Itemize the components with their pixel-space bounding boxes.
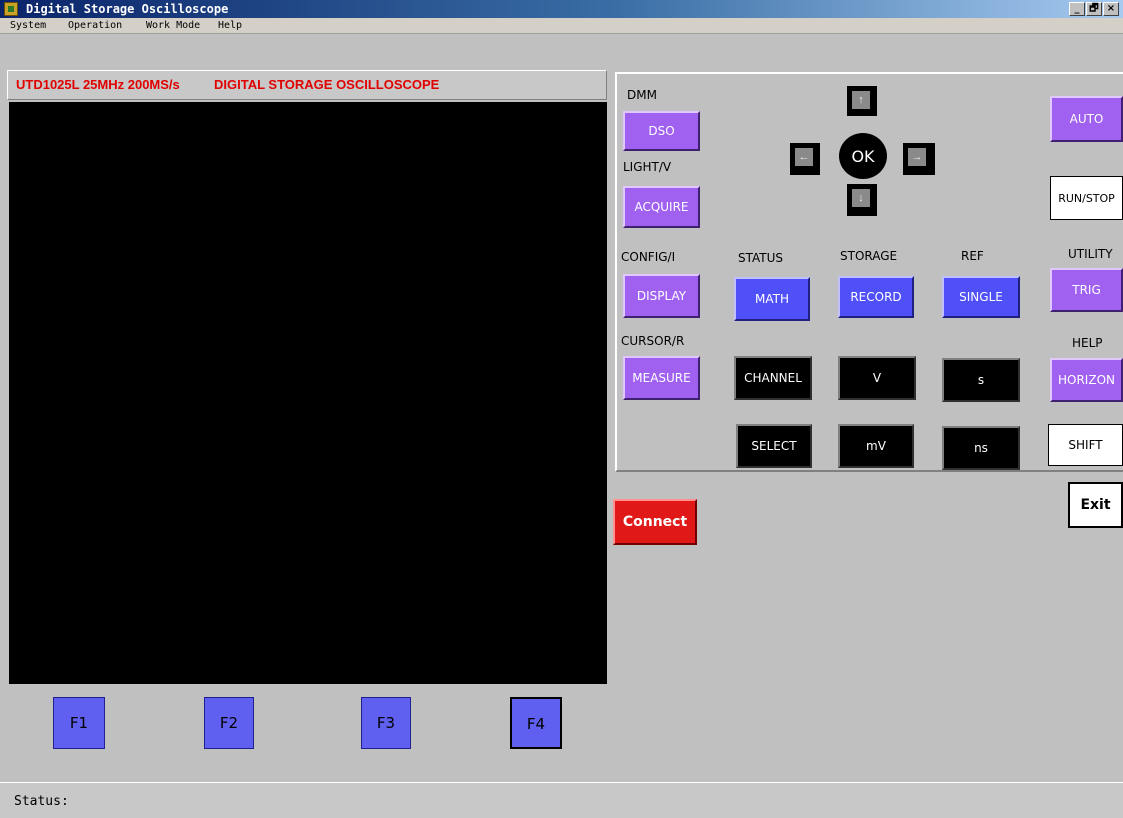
help-label: HELP (1072, 336, 1103, 350)
ns-button[interactable]: ns (942, 426, 1020, 470)
select-button[interactable]: SELECT (736, 424, 812, 468)
down-arrow-icon: ↓ (852, 189, 870, 207)
status-label: Status: (14, 794, 69, 809)
measure-button[interactable]: MEASURE (623, 356, 700, 400)
ok-button[interactable]: OK (839, 133, 887, 179)
menu-system[interactable]: System (10, 18, 46, 34)
channel-button[interactable]: CHANNEL (734, 356, 812, 400)
device-header: UTD1025L 25MHz 200MS/s DIGITAL STORAGE O… (7, 70, 607, 100)
auto-button[interactable]: AUTO (1050, 96, 1123, 142)
menu-operation[interactable]: Operation (68, 18, 122, 34)
config-i-label: CONFIG/I (621, 250, 676, 264)
ref-label: REF (961, 249, 984, 263)
trig-button[interactable]: TRIG (1050, 268, 1123, 312)
minimize-button[interactable]: _ (1069, 2, 1085, 16)
device-name-label: DIGITAL STORAGE OSCILLOSCOPE (214, 77, 440, 92)
waveform-display (9, 102, 607, 684)
v-button[interactable]: V (838, 356, 916, 400)
mv-button[interactable]: mV (838, 424, 914, 468)
up-arrow-icon: ↑ (852, 91, 870, 109)
title-bar: Digital Storage Oscilloscope _ 🗗 × (0, 0, 1123, 18)
display-button[interactable]: DISPLAY (623, 274, 700, 318)
menu-bar: System Operation Work Mode Help (0, 18, 1123, 34)
exit-button[interactable]: Exit (1068, 482, 1123, 528)
left-arrow-button[interactable]: ← (790, 143, 820, 175)
dso-button[interactable]: DSO (623, 111, 700, 151)
menu-work-mode[interactable]: Work Mode (146, 18, 200, 34)
left-arrow-icon: ← (795, 148, 813, 166)
dmm-label: DMM (627, 88, 657, 102)
acquire-button[interactable]: ACQUIRE (623, 186, 700, 228)
connect-button[interactable]: Connect (613, 499, 697, 545)
f1-button[interactable]: F1 (53, 697, 105, 749)
menu-help[interactable]: Help (218, 18, 242, 34)
up-arrow-button[interactable]: ↑ (847, 86, 877, 116)
right-arrow-icon: → (908, 148, 926, 166)
maximize-button[interactable]: 🗗 (1086, 2, 1102, 16)
cursor-r-label: CURSOR/R (621, 334, 685, 348)
math-button[interactable]: MATH (734, 277, 810, 321)
right-arrow-button[interactable]: → (903, 143, 935, 175)
f3-button[interactable]: F3 (361, 697, 411, 749)
horizon-button[interactable]: HORIZON (1050, 358, 1123, 402)
shift-button[interactable]: SHIFT (1048, 424, 1123, 466)
s-button[interactable]: s (942, 358, 1020, 402)
run-stop-button[interactable]: RUN/STOP (1050, 176, 1123, 220)
utility-label: UTILITY (1068, 247, 1113, 261)
light-v-label: LIGHT/V (623, 160, 672, 174)
down-arrow-button[interactable]: ↓ (847, 184, 877, 216)
record-button[interactable]: RECORD (838, 276, 914, 318)
f4-button[interactable]: F4 (510, 697, 562, 749)
status-bar: Status: (0, 782, 1123, 818)
f2-button[interactable]: F2 (204, 697, 254, 749)
app-icon (4, 2, 18, 16)
single-button[interactable]: SINGLE (942, 276, 1020, 318)
model-label: UTD1025L 25MHz 200MS/s (16, 77, 180, 92)
status-section-label: STATUS (738, 251, 784, 265)
storage-label: STORAGE (840, 249, 898, 263)
window-title: Digital Storage Oscilloscope (26, 2, 229, 16)
close-button[interactable]: × (1103, 2, 1119, 16)
